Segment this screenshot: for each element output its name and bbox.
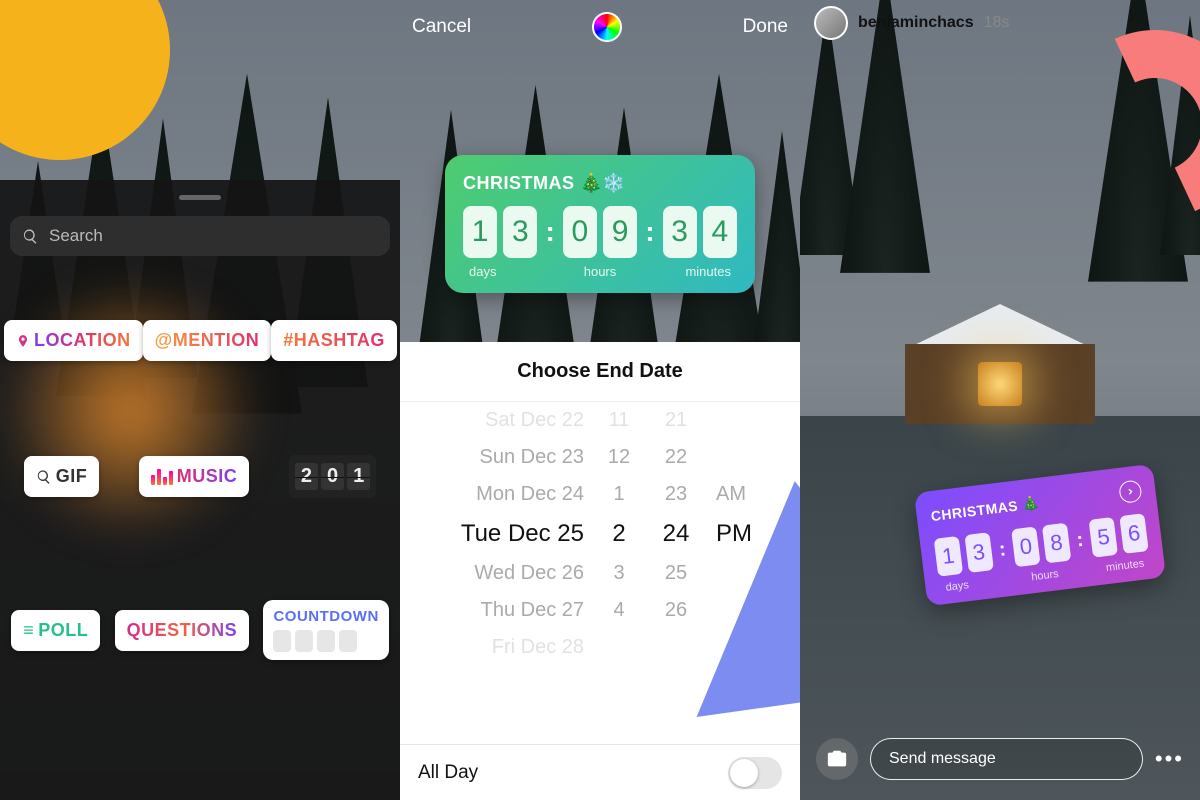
more-button[interactable]: ••• xyxy=(1155,746,1184,772)
send-message-input[interactable]: Send message xyxy=(870,738,1143,780)
countdown-title[interactable]: CHRISTMAS 🎄❄️ xyxy=(463,173,737,194)
sticker-mention[interactable]: @MENTION xyxy=(143,320,272,361)
camera-icon xyxy=(826,748,848,770)
sheet-title: Choose End Date xyxy=(400,342,800,402)
story-timestamp: 18s xyxy=(984,14,1010,32)
countdown-sticker-editing[interactable]: CHRISTMAS 🎄❄️ 1 3 : 0 9 : 3 4 days hours… xyxy=(445,155,755,293)
sticker-gif[interactable]: GIF xyxy=(24,456,100,497)
search-icon xyxy=(22,228,39,245)
avatar[interactable] xyxy=(814,6,848,40)
sticker-poll[interactable]: ≡ POLL xyxy=(11,610,100,651)
cabin-scene xyxy=(885,304,1115,424)
poll-lines-icon: ≡ xyxy=(23,620,34,641)
sticker-questions[interactable]: QUESTIONS xyxy=(115,610,250,651)
countdown-preview-icon xyxy=(273,630,378,652)
color-wheel-button[interactable] xyxy=(592,12,622,42)
sticker-hashtag[interactable]: #HASHTAG xyxy=(271,320,397,361)
camera-button[interactable] xyxy=(816,738,858,780)
all-day-toggle[interactable] xyxy=(728,757,782,789)
sticker-date-flipclock[interactable]: 2 0 1 xyxy=(289,455,376,498)
panel-countdown-editor: Cancel Done CHRISTMAS 🎄❄️ 1 3 : 0 9 : 3 … xyxy=(400,0,800,800)
chevron-right-icon[interactable] xyxy=(1118,479,1143,504)
location-pin-icon xyxy=(16,332,30,350)
sticker-search-input[interactable]: Search xyxy=(10,216,390,256)
countdown-digits: 1 3 : 0 9 : 3 4 xyxy=(463,206,737,258)
music-bars-icon xyxy=(151,469,173,485)
story-username[interactable]: benjaminchacs xyxy=(858,14,974,32)
search-icon xyxy=(36,469,52,485)
countdown-title: CHRISTMAS 🎄 xyxy=(930,494,1041,524)
sticker-music[interactable]: MUSIC xyxy=(139,456,250,497)
done-button[interactable]: Done xyxy=(743,16,788,38)
cancel-button[interactable]: Cancel xyxy=(412,16,471,38)
sticker-location[interactable]: LOCATION xyxy=(4,320,143,361)
sticker-countdown[interactable]: COUNTDOWN xyxy=(263,600,388,660)
all-day-label: All Day xyxy=(418,762,478,784)
search-placeholder: Search xyxy=(49,226,103,246)
drawer-handle[interactable] xyxy=(179,195,221,200)
